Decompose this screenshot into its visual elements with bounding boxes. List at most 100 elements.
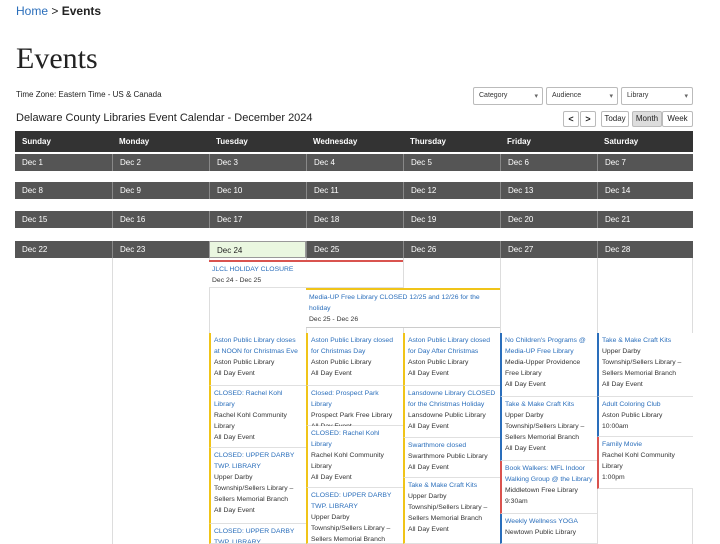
category-filter-label: Category xyxy=(479,92,508,99)
day-cell[interactable]: Dec 26 xyxy=(403,241,500,258)
event-time: 1:00pm xyxy=(602,474,625,481)
event-item[interactable]: Lansdowne Library CLOSED for the Christm… xyxy=(403,386,500,438)
event-time: All Day Event xyxy=(408,464,449,471)
day-cell[interactable]: Dec 9 xyxy=(112,182,209,199)
event-location: Aston Public Library xyxy=(311,359,372,366)
event-title: CLOSED: UPPER DARBY TWP. LIBRARY xyxy=(214,528,295,544)
event-item[interactable]: Aston Public Library closed for Christma… xyxy=(306,333,403,386)
event-location: Aston Public Library xyxy=(602,412,663,419)
day-cell[interactable]: Dec 4 xyxy=(306,154,403,171)
week-view-button[interactable]: Week xyxy=(662,111,693,127)
weekday-header-row: Sunday Monday Tuesday Wednesday Thursday… xyxy=(15,131,693,152)
event-item[interactable]: CLOSED: Rachel Kohl Library Rachel Kohl … xyxy=(306,426,403,488)
breadcrumb-current: Events xyxy=(61,4,102,18)
event-item[interactable]: Weekly Wellness YOGA Newtown Public Libr… xyxy=(500,514,597,544)
chevron-down-icon: ▾ xyxy=(684,93,688,100)
day-cell[interactable]: Dec 7 xyxy=(597,154,693,171)
event-time: 10:00am xyxy=(602,423,629,430)
day-cell[interactable]: Dec 11 xyxy=(306,182,403,199)
library-filter[interactable]: Library ▾ xyxy=(621,87,693,105)
day-cell[interactable]: Dec 6 xyxy=(500,154,597,171)
event-location: Rachel Kohl Community Library xyxy=(602,452,675,470)
day-cell[interactable]: Dec 22 xyxy=(15,241,112,258)
event-location: Upper Darby Township/Sellers Library – S… xyxy=(602,348,682,377)
weekday-friday: Friday xyxy=(507,137,532,146)
weekday-monday: Monday xyxy=(119,137,150,146)
event-location: Swarthmore Public Library xyxy=(408,453,488,460)
event-time: All Day Event xyxy=(408,370,449,377)
event-item[interactable]: No Children's Programs @ Media-UP Free L… xyxy=(500,333,597,397)
day-cell[interactable]: Dec 8 xyxy=(15,182,112,199)
event-location: Middletown Free Library xyxy=(505,487,578,494)
event-title: CLOSED: UPPER DARBY TWP. LIBRARY xyxy=(311,492,392,510)
event-title: CLOSED: Rachel Kohl Library xyxy=(311,430,380,448)
page-title: Events xyxy=(16,42,98,75)
event-item[interactable]: Closed: Prospect Park Library Prospect P… xyxy=(306,386,403,430)
day-cell[interactable]: Dec 5 xyxy=(403,154,500,171)
event-item[interactable]: Adult Coloring Club Aston Public Library… xyxy=(597,397,693,437)
day-cell[interactable]: Dec 27 xyxy=(500,241,597,258)
event-item[interactable]: Swarthmore closed Swarthmore Public Libr… xyxy=(403,438,500,478)
event-title: JLCL HOLIDAY CLOSURE xyxy=(212,266,294,273)
event-item[interactable]: CLOSED: UPPER DARBY TWP. LIBRARY xyxy=(209,524,306,544)
audience-filter[interactable]: Audience ▾ xyxy=(546,87,618,105)
event-item[interactable]: CLOSED: UPPER DARBY TWP. LIBRARY Upper D… xyxy=(209,448,306,524)
day-cell[interactable]: Dec 18 xyxy=(306,211,403,228)
today-button[interactable]: Today xyxy=(601,111,629,127)
event-item[interactable]: Family Movie Rachel Kohl Community Libra… xyxy=(597,437,693,489)
weekday-sunday: Sunday xyxy=(22,137,51,146)
day-cell[interactable]: Dec 25 xyxy=(306,241,403,258)
event-location: Aston Public Library xyxy=(408,359,469,366)
prev-month-button[interactable]: < xyxy=(563,111,579,127)
day-cell[interactable]: Dec 15 xyxy=(15,211,112,228)
day-cell[interactable]: Dec 14 xyxy=(597,182,693,199)
event-location: Rachel Kohl Community Library xyxy=(214,412,287,430)
multi-day-event[interactable]: JLCL HOLIDAY CLOSURE Dec 24 - Dec 25 xyxy=(209,260,403,288)
day-cell[interactable]: Dec 13 xyxy=(500,182,597,199)
chevron-down-icon: ▾ xyxy=(609,93,613,100)
day-cell[interactable]: Dec 2 xyxy=(112,154,209,171)
event-title: Adult Coloring Club xyxy=(602,401,661,408)
event-item[interactable]: CLOSED: UPPER DARBY TWP. LIBRARY Upper D… xyxy=(306,488,403,544)
chevron-down-icon: ▾ xyxy=(534,93,538,100)
event-title: Take & Make Craft Kits xyxy=(408,482,478,489)
day-cell[interactable]: Dec 12 xyxy=(403,182,500,199)
event-location: Upper Darby Township/Sellers Library – S… xyxy=(505,412,585,441)
day-cell[interactable]: Dec 16 xyxy=(112,211,209,228)
breadcrumb-home-link[interactable]: Home xyxy=(16,4,48,18)
event-time: All Day Event xyxy=(408,526,449,533)
month-view-button[interactable]: Month xyxy=(632,111,662,127)
category-filter[interactable]: Category ▾ xyxy=(473,87,543,105)
column-divider xyxy=(112,258,113,544)
weekday-saturday: Saturday xyxy=(604,137,639,146)
event-dates: Dec 25 - Dec 26 xyxy=(309,316,359,323)
breadcrumb: Home > Events xyxy=(16,4,101,18)
day-cell[interactable]: Dec 20 xyxy=(500,211,597,228)
event-location: Lansdowne Public Library xyxy=(408,412,486,419)
day-cell[interactable]: Dec 19 xyxy=(403,211,500,228)
event-item[interactable]: Take & Make Craft Kits Upper Darby Towns… xyxy=(597,333,693,397)
event-time: All Day Event xyxy=(311,474,352,481)
week-row: Dec 15 Dec 16 Dec 17 Dec 18 Dec 19 Dec 2… xyxy=(15,211,693,228)
event-time: All Day Event xyxy=(311,370,352,377)
event-item[interactable]: Take & Make Craft Kits Upper Darby Towns… xyxy=(403,478,500,544)
day-cell[interactable]: Dec 1 xyxy=(15,154,112,171)
event-time: All Day Event xyxy=(505,381,546,388)
weekday-thursday: Thursday xyxy=(410,137,447,146)
event-item[interactable]: Aston Public Library closed for Day Afte… xyxy=(403,333,500,386)
day-cell[interactable]: Dec 28 xyxy=(597,241,693,258)
next-month-button[interactable]: > xyxy=(580,111,596,127)
day-cell[interactable]: Dec 3 xyxy=(209,154,306,171)
multi-day-event[interactable]: Media-UP Free Library CLOSED 12/25 and 1… xyxy=(306,288,500,328)
day-cell[interactable]: Dec 10 xyxy=(209,182,306,199)
timezone-label: Time Zone: Eastern Time - US & Canada xyxy=(16,90,162,99)
day-cell[interactable]: Dec 17 xyxy=(209,211,306,228)
library-filter-label: Library xyxy=(627,92,649,99)
day-cell-today[interactable]: Dec 24 xyxy=(209,241,306,258)
day-cell[interactable]: Dec 23 xyxy=(112,241,209,258)
event-item[interactable]: CLOSED: Rachel Kohl Library Rachel Kohl … xyxy=(209,386,306,448)
event-item[interactable]: Aston Public Library closes at NOON for … xyxy=(209,333,306,386)
day-cell[interactable]: Dec 21 xyxy=(597,211,693,228)
event-item[interactable]: Book Walkers: MFL Indoor Walking Group @… xyxy=(500,461,597,514)
event-item[interactable]: Take & Make Craft Kits Upper Darby Towns… xyxy=(500,397,597,461)
